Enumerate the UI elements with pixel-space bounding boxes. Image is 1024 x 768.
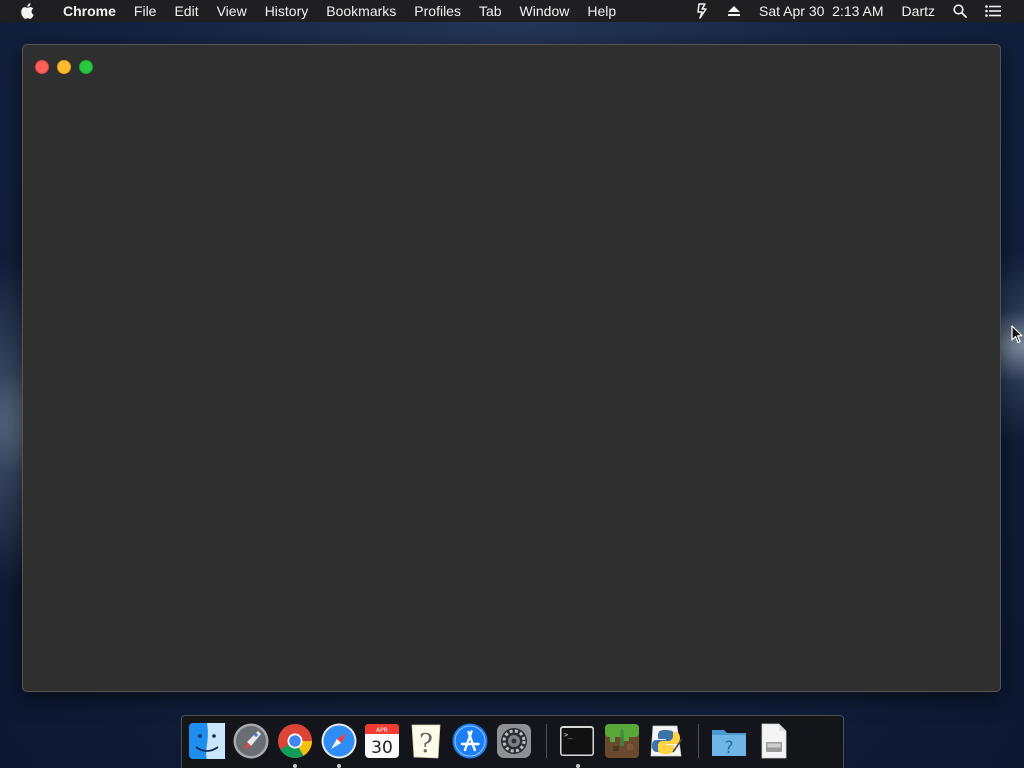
folder-icon[interactable]: ? (710, 722, 748, 760)
menu-file[interactable]: File (125, 0, 166, 22)
zoom-button[interactable] (79, 60, 93, 74)
window-controls (35, 60, 93, 74)
finder-icon[interactable] (188, 722, 226, 760)
chrome-running-indicator (293, 764, 297, 768)
safari-running-indicator (337, 764, 341, 768)
menu-bar: Chrome File Edit View History Bookmarks … (0, 0, 1024, 22)
mouse-cursor-icon (1011, 325, 1023, 344)
dock-separator (698, 724, 699, 758)
calendar-icon[interactable]: APR 30 (363, 722, 401, 760)
eject-menu[interactable] (718, 5, 750, 17)
apple-logo-icon (21, 3, 34, 19)
menu-edit[interactable]: Edit (165, 0, 207, 22)
menu-app-name[interactable]: Chrome (54, 0, 125, 22)
svg-text:?: ? (419, 729, 433, 759)
apple-menu[interactable] (14, 3, 40, 19)
eject-icon (728, 6, 741, 16)
document-icon[interactable] (754, 722, 792, 760)
menu-profiles[interactable]: Profiles (405, 0, 470, 22)
minimize-button[interactable] (57, 60, 71, 74)
minecraft-icon[interactable] (603, 722, 641, 760)
notes-icon[interactable]: ? (407, 722, 445, 760)
menu-tab[interactable]: Tab (470, 0, 511, 22)
dock: APR 30 ? >_ ? (181, 715, 844, 768)
notification-center-icon (985, 5, 1001, 17)
close-button[interactable] (35, 60, 49, 74)
spotlight-button[interactable] (944, 4, 976, 18)
spotlight-icon (953, 4, 967, 18)
chrome-window[interactable] (22, 44, 1001, 692)
user-menu[interactable]: Dartz (893, 0, 944, 22)
safari-icon[interactable] (320, 722, 358, 760)
terminal-prompt-label: >_ (564, 731, 573, 739)
menu-window[interactable]: Window (511, 0, 579, 22)
script-menu[interactable] (686, 3, 718, 19)
calendar-month-label: APR (376, 727, 388, 734)
system-preferences-icon[interactable] (495, 722, 533, 760)
calendar-day-label: 30 (371, 738, 393, 758)
launchpad-icon[interactable] (232, 722, 270, 760)
clock[interactable]: Sat Apr 30 2:13 AM (750, 0, 893, 22)
menu-history[interactable]: History (256, 0, 318, 22)
notification-center-button[interactable] (976, 5, 1010, 17)
status-area: Sat Apr 30 2:13 AM Dartz (686, 0, 1010, 22)
dock-separator (546, 724, 547, 758)
terminal-icon[interactable]: >_ (558, 722, 596, 760)
app-store-icon[interactable] (451, 722, 489, 760)
terminal-running-indicator (576, 764, 580, 768)
menu-help[interactable]: Help (578, 0, 625, 22)
script-icon (697, 3, 707, 19)
python-icon[interactable] (647, 722, 685, 760)
chrome-icon[interactable] (276, 722, 314, 760)
menu-view[interactable]: View (208, 0, 256, 22)
menu-bookmarks[interactable]: Bookmarks (317, 0, 405, 22)
svg-text:?: ? (724, 738, 733, 758)
